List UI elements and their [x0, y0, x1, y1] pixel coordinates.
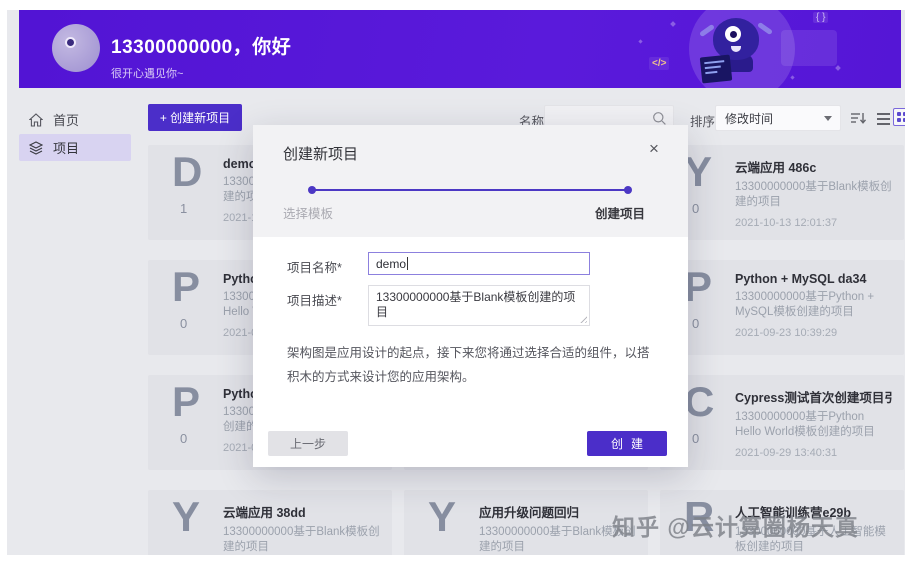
modal-header: 创建新项目 × 选择模板 创建项目	[253, 125, 688, 237]
project-count: 0	[692, 431, 700, 446]
project-letter: D	[172, 148, 203, 195]
stepper-line	[312, 189, 628, 191]
chevron-down-icon	[824, 116, 832, 121]
project-card[interactable]: P 0 Python + MySQL da34 13300000000基于Python…	[660, 260, 904, 355]
sort-descending-icon	[851, 113, 867, 124]
sort-select[interactable]: 修改时间	[715, 105, 841, 131]
sparkle-icon	[670, 21, 676, 27]
illustration-panel	[781, 30, 837, 66]
project-letter: P	[172, 378, 201, 425]
avatar-eye-icon	[65, 37, 76, 48]
project-card[interactable]: Y 0 云端应用 486c 13300000000基于Blank模板创建的项目 2021…	[660, 145, 904, 240]
modal-title: 创建新项目	[283, 146, 359, 163]
grid-icon	[897, 112, 901, 116]
list-view-button[interactable]	[877, 113, 890, 128]
project-name-value: demo	[376, 256, 407, 271]
text-cursor	[407, 257, 409, 270]
stepper-dot-create	[624, 186, 632, 194]
avatar	[52, 24, 100, 72]
search-icon	[653, 112, 666, 125]
grid-view-button[interactable]	[893, 108, 905, 126]
close-icon[interactable]: ×	[642, 137, 666, 161]
sidebar-item-label: 首页	[53, 113, 80, 128]
stepper-dot-templates	[308, 186, 316, 194]
project-desc-label: 项目描述*	[287, 294, 342, 308]
project-description: 13300000000基于Python + MySQL模板创建的项目	[735, 291, 875, 318]
laptop-icon	[699, 54, 733, 84]
project-title: 云端应用 38dd	[223, 506, 306, 520]
stepper-label-create: 创建项目	[594, 207, 645, 221]
project-timestamp: 2021-09-23 10:39:29	[735, 327, 838, 339]
sidebar-item-home[interactable]: 首页	[19, 106, 131, 133]
project-desc-textarea[interactable]: 13300000000基于Blank模板创建的项目	[368, 285, 590, 326]
project-name-input[interactable]: demo	[368, 252, 590, 275]
header-illustration: </> { }	[631, 10, 861, 88]
project-card[interactable]: C 0 Cypress测试首次创建项目引导 13300000000基于Python H…	[660, 375, 904, 470]
app-page: 13300000000，你好 很开心遇见你~ </> { } 首页 项目 + 创…	[7, 10, 905, 555]
project-description: 13300000000基于Blank模板创建的项目	[223, 526, 380, 553]
list-icon	[877, 113, 890, 115]
project-letter: P	[684, 263, 713, 310]
sort-direction-button[interactable]	[850, 110, 867, 131]
project-description: 13300000000基于Blank模板创建的项目	[735, 181, 892, 208]
project-timestamp: 2021-10-13 12:01:37	[735, 217, 838, 229]
project-letter: C	[684, 378, 715, 425]
home-icon	[29, 112, 43, 127]
sparkle-icon	[835, 65, 841, 71]
project-count: 0	[180, 316, 188, 331]
header-banner: 13300000000，你好 很开心遇见你~ </> { }	[19, 10, 901, 88]
sparkle-icon	[790, 75, 795, 80]
sparkle-icon	[638, 39, 643, 44]
previous-step-button[interactable]: 上一步	[268, 431, 348, 456]
project-letter: Y	[428, 493, 457, 540]
braces-icon: { }	[813, 12, 829, 23]
modal-hint-text: 架构图是应用设计的起点，接下来您将通过选择合适的组件，以搭积木的方式来设计您的应…	[287, 346, 650, 384]
resize-handle-icon[interactable]	[578, 314, 587, 323]
project-count: 0	[180, 431, 188, 446]
project-title: Python + MySQL da34	[735, 272, 867, 286]
sort-select-value: 修改时间	[725, 111, 774, 126]
project-letter: Y	[684, 148, 713, 195]
stepper-label-templates: 选择模板	[283, 207, 334, 221]
create-project-button[interactable]: + 创建新项目	[148, 104, 242, 131]
project-card[interactable]: Y 云端应用 38dd 13300000000基于Blank模板创建的项目	[148, 490, 392, 555]
watermark-text: 知乎 @云计算圈杨天真	[612, 514, 859, 540]
project-count: 0	[692, 316, 700, 331]
project-name-label: 项目名称*	[287, 261, 342, 275]
create-button[interactable]: 创建	[587, 431, 667, 456]
create-project-modal: 创建新项目 × 选择模板 创建项目 项目名称* demo 项目描述* 13300…	[253, 125, 688, 467]
project-description: 13300000000基于Python Hello World模板创建的项目	[735, 411, 875, 438]
sort-label: 排序	[690, 115, 716, 129]
greeting-title: 13300000000，你好	[111, 37, 292, 58]
project-desc-value: 13300000000基于Blank模板创建的项目	[376, 290, 576, 319]
project-letter: Y	[172, 493, 201, 540]
projects-icon	[29, 140, 43, 155]
project-letter: P	[172, 263, 201, 310]
sidebar-item-label: 项目	[53, 141, 80, 156]
project-count: 0	[692, 201, 700, 216]
project-title: 云端应用 486c	[735, 161, 817, 175]
project-timestamp: 2021-09-29 13:40:31	[735, 447, 838, 459]
screen: 13300000000，你好 很开心遇见你~ </> { } 首页 项目 + 创…	[0, 0, 913, 563]
robot-pupil-icon	[730, 31, 737, 38]
greeting-subtitle: 很开心遇见你~	[111, 68, 184, 80]
greeting-block: 13300000000，你好 很开心遇见你~	[111, 32, 291, 81]
sidebar-item-projects[interactable]: 项目	[19, 134, 131, 161]
code-icon: </>	[649, 57, 670, 70]
project-title: Cypress测试首次创建项目引导	[735, 391, 893, 405]
project-count: 1	[180, 201, 188, 216]
